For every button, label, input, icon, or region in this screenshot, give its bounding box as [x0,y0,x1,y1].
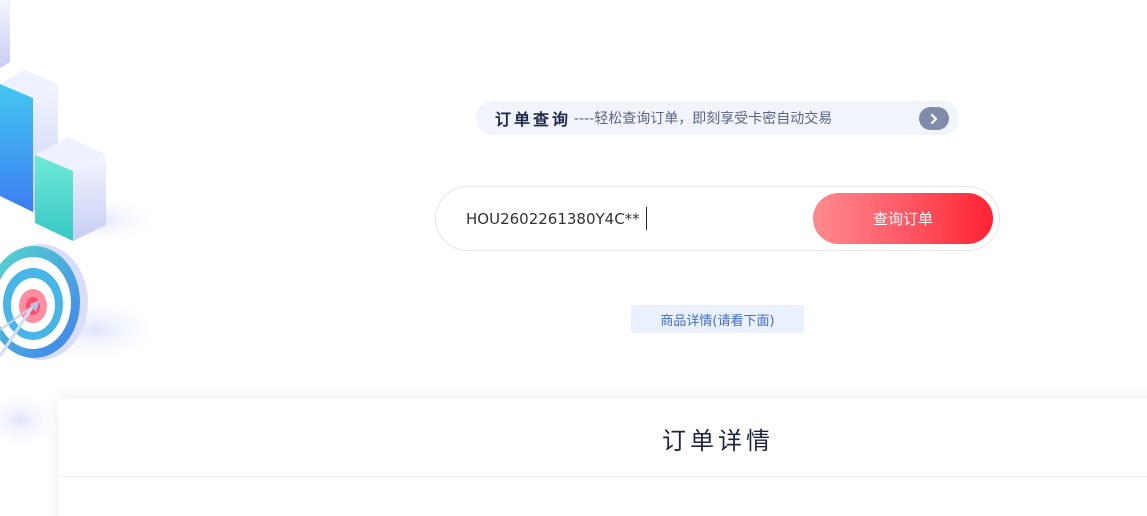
order-detail-card: 订单详情 [58,399,1147,516]
chevron-right-icon[interactable] [919,107,949,130]
divider [58,476,1147,477]
order-detail-title: 订单详情 [662,427,774,455]
order-query-page: 订单查询 ----轻松查询订单，即刻享受卡密自动交易 查询订单 商品详情(请看下… [0,0,1147,516]
header-subtitle: ----轻松查询订单，即刻享受卡密自动交易 [574,111,833,127]
order-search-box: 查询订单 [435,186,1000,251]
header-title: 订单查询 [495,110,572,129]
query-order-button[interactable]: 查询订单 [813,193,993,244]
isometric-illustration [0,0,165,450]
order-query-header: 订单查询 ----轻松查询订单，即刻享受卡密自动交易 [476,101,959,135]
bar-blue-front [0,84,33,212]
order-number-input[interactable] [466,206,806,232]
bar-top-partial [0,0,10,68]
lower-glow [0,390,60,450]
product-detail-tag[interactable]: 商品详情(请看下面) [631,305,804,333]
text-caret [646,207,647,230]
